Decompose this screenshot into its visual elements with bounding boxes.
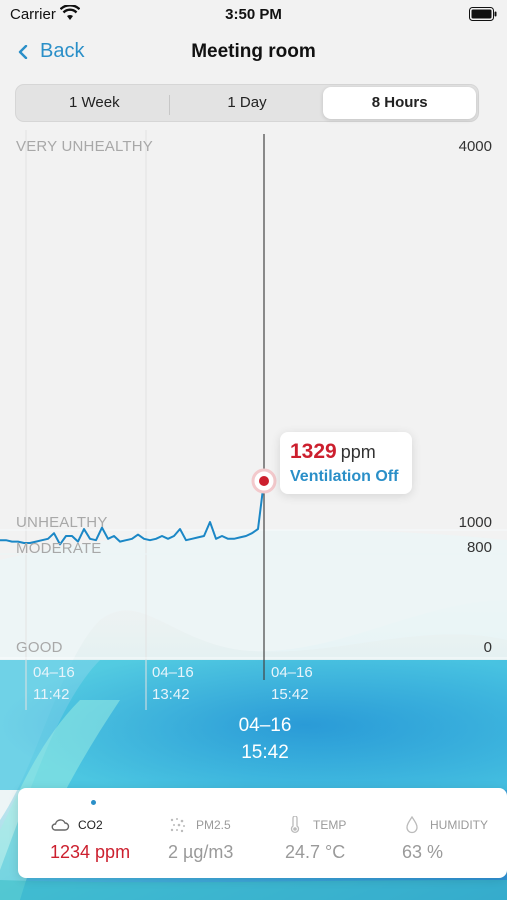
level-unhealthy: UNHEALTHY <box>16 514 108 531</box>
selected-date: 04–16 <box>238 715 292 736</box>
tooltip-status: Ventilation Off <box>290 468 399 485</box>
selected-indicator-dot <box>91 800 96 805</box>
metric-value: 1234 ppm <box>50 842 131 862</box>
x-tick-date: 04–16 <box>33 664 75 681</box>
selected-timestamp: 04–16 15:42 <box>0 712 507 766</box>
clock: 3:50 PM <box>225 6 282 23</box>
y-tick-0: 0 <box>483 639 492 656</box>
page-title: Meeting room <box>191 41 316 62</box>
metric-name: HUMIDITY <box>430 818 488 832</box>
x-tick-time: 11:42 <box>33 686 70 703</box>
x-tick-label: 04–16 15:42 <box>271 662 313 706</box>
navigation-bar: Back Meeting room <box>0 36 507 72</box>
y-tick-800: 800 <box>466 539 492 556</box>
y-tick-1000: 1000 <box>458 514 492 531</box>
metric-name: TEMP <box>313 818 347 832</box>
x-tick-time: 13:42 <box>152 686 190 703</box>
y-tick-4000: 4000 <box>458 138 492 155</box>
metric-pm25[interactable]: PM2.5 2 µg/m3 <box>168 814 288 874</box>
co2-chart: VERY UNHEALTHY UNHEALTHY MODERATE GOOD 4… <box>0 130 507 780</box>
level-moderate: MODERATE <box>16 540 102 557</box>
tab-1-day[interactable]: 1 Day <box>171 87 324 119</box>
level-good: GOOD <box>16 639 63 656</box>
metric-co2[interactable]: CO2 1234 ppm <box>50 814 170 874</box>
metric-name: CO2 <box>78 818 103 832</box>
metric-value: 63 % <box>402 842 444 862</box>
tab-8-hours[interactable]: 8 Hours <box>323 87 477 119</box>
metric-value: 24.7 °C <box>285 842 346 862</box>
segment-divider <box>169 95 170 115</box>
droplet-icon <box>406 816 418 834</box>
x-tick-date: 04–16 <box>152 664 194 681</box>
selected-point[interactable] <box>259 475 269 486</box>
particles-icon <box>170 818 185 833</box>
tab-1-week[interactable]: 1 Week <box>18 87 171 119</box>
cloud-icon <box>51 819 70 831</box>
tooltip-unit: ppm <box>340 442 376 462</box>
metric-value: 2 µg/m3 <box>168 842 234 862</box>
status-bar: Carrier 3:50 PM <box>0 0 507 30</box>
x-tick-time: 15:42 <box>271 686 309 703</box>
series-line-co2 <box>0 480 265 546</box>
x-tick-label: 04–16 13:42 <box>152 662 194 706</box>
metric-name: PM2.5 <box>196 818 231 832</box>
thermometer-icon <box>290 816 300 834</box>
chart-canvas <box>0 130 507 710</box>
battery-icon <box>469 7 497 21</box>
level-very-unhealthy: VERY UNHEALTHY <box>16 138 154 155</box>
value-tooltip: 1329 ppm Ventilation Off <box>280 432 412 494</box>
selected-time: 15:42 <box>241 742 289 763</box>
x-tick-date: 04–16 <box>271 664 313 681</box>
tooltip-value: 1329 <box>290 440 337 463</box>
x-tick-label: 04–16 11:42 <box>33 662 75 706</box>
metric-humidity[interactable]: HUMIDITY 63 % <box>402 814 507 874</box>
range-segmented-control: 1 Week 1 Day 8 Hours <box>15 84 479 122</box>
metric-temp[interactable]: TEMP 24.7 °C <box>285 814 405 874</box>
metrics-card: CO2 1234 ppm PM2.5 2 µg/m3 TEMP 24.7 °C <box>18 788 507 878</box>
